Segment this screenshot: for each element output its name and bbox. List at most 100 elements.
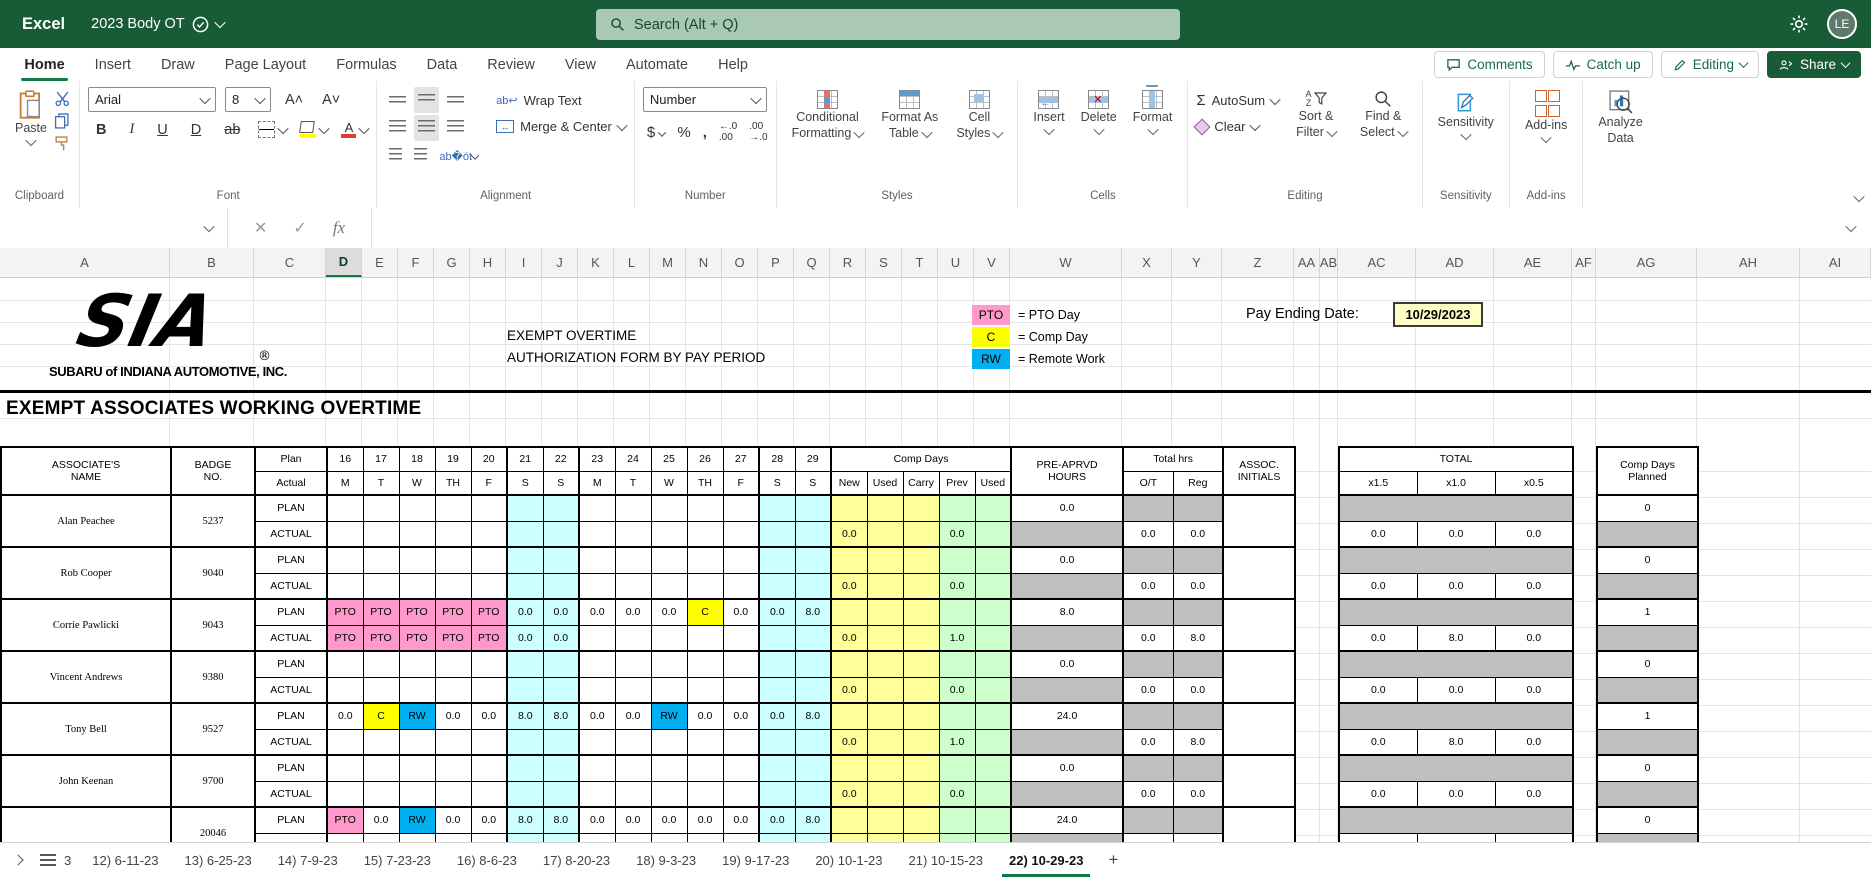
cell-total-actual[interactable]: 0.0 <box>1417 573 1495 599</box>
sheet-tab-22-10-29-23[interactable]: 22) 10-29-23 <box>996 843 1096 877</box>
cell-ot-plan[interactable] <box>1123 703 1173 729</box>
cell-comp-plan[interactable] <box>903 703 939 729</box>
copy-icon[interactable] <box>54 113 70 129</box>
cell-day-actual[interactable] <box>723 573 759 599</box>
cell-planned-grey[interactable] <box>1597 625 1698 651</box>
cell-day-actual[interactable] <box>543 677 579 703</box>
cell-day-plan[interactable]: 0.0 <box>615 599 651 625</box>
delete-cells-button[interactable]: ✕ Delete <box>1074 87 1124 138</box>
column-header-M[interactable]: M <box>650 248 686 277</box>
sheet-tab-16-8-6-23[interactable]: 16) 8-6-23 <box>444 843 530 877</box>
cell-comp-actual[interactable]: 0.0 <box>831 625 867 651</box>
cell-day-plan[interactable] <box>471 495 507 521</box>
cell-comp-plan[interactable] <box>903 651 939 677</box>
font-color-button[interactable]: A <box>341 122 368 138</box>
cell-planned[interactable]: 0 <box>1597 547 1698 573</box>
cell-comp-actual[interactable] <box>975 625 1011 651</box>
cell-day-plan[interactable]: 0.0 <box>615 703 651 729</box>
cell-day-actual[interactable] <box>327 677 363 703</box>
column-header-AF[interactable]: AF <box>1572 248 1596 277</box>
cell-day-plan[interactable]: 0.0 <box>723 599 759 625</box>
cell-day-plan[interactable]: 8.0 <box>543 807 579 833</box>
cell-comp-plan[interactable] <box>939 547 975 573</box>
cell-day-actual[interactable] <box>795 781 831 807</box>
cell-total-actual[interactable]: 0.0 <box>1495 677 1573 703</box>
cell-row-label-actual[interactable]: ACTUAL <box>255 573 327 599</box>
cell-comp-actual[interactable] <box>975 677 1011 703</box>
cell-reg-plan[interactable] <box>1173 651 1223 677</box>
cell-preapproved-plan[interactable]: 8.0 <box>1011 599 1123 625</box>
sheet-tab-20-10-1-23[interactable]: 20) 10-1-23 <box>802 843 895 877</box>
cell-total-plan[interactable] <box>1339 547 1573 573</box>
cell-comp-actual[interactable]: 1.0 <box>939 729 975 755</box>
cell-total-actual[interactable]: 8.0 <box>1417 625 1495 651</box>
cell-comp-actual[interactable] <box>867 833 903 842</box>
cell-day-actual[interactable] <box>399 521 435 547</box>
cell-day-plan[interactable] <box>543 651 579 677</box>
cell-day-plan[interactable] <box>471 547 507 573</box>
share-button[interactable]: Share <box>1767 51 1861 78</box>
cell-associate-name[interactable]: Alan Peachee <box>1 495 171 547</box>
cell-ot-plan[interactable] <box>1123 495 1173 521</box>
cell-day-actual[interactable] <box>399 833 435 842</box>
cell-day-plan[interactable] <box>399 547 435 573</box>
sensitivity-button[interactable]: Sensitivity <box>1431 87 1501 143</box>
cell-total-actual[interactable]: 0.0 <box>1495 729 1573 755</box>
cell-day-actual[interactable] <box>471 781 507 807</box>
cell-row-label-plan[interactable]: PLAN <box>255 495 327 521</box>
header-dow[interactable]: S <box>543 471 579 495</box>
cell-total-plan[interactable] <box>1339 755 1573 781</box>
cell-day-actual[interactable] <box>687 781 723 807</box>
catch-up-button[interactable]: Catch up <box>1553 51 1653 78</box>
header-assoc-initials[interactable]: ASSOC.INITIALS <box>1223 447 1295 495</box>
cell-comp-actual[interactable] <box>903 833 939 842</box>
cell-day-plan[interactable] <box>759 495 795 521</box>
cell-planned-grey[interactable] <box>1597 781 1698 807</box>
header-day-29[interactable]: 29 <box>795 447 831 471</box>
cell-total-plan[interactable] <box>1339 651 1573 677</box>
cell-comp-plan[interactable] <box>939 755 975 781</box>
cell-associate-name[interactable]: John Keenan <box>1 755 171 807</box>
cell-ot-plan[interactable] <box>1123 755 1173 781</box>
cell-day-plan[interactable]: 0.0 <box>471 807 507 833</box>
cell-ot-actual[interactable]: 0.0 <box>1123 521 1173 547</box>
cell-day-plan[interactable] <box>795 755 831 781</box>
cell-day-plan[interactable] <box>399 755 435 781</box>
cell-comp-plan[interactable] <box>867 807 903 833</box>
cell-day-plan[interactable]: RW <box>399 703 435 729</box>
cell-day-plan[interactable] <box>579 547 615 573</box>
cell-day-plan[interactable] <box>363 495 399 521</box>
cell-day-plan[interactable] <box>615 547 651 573</box>
font-size-select[interactable]: 8 <box>225 87 271 112</box>
cell-comp-actual[interactable]: 0.0 <box>831 833 867 842</box>
cell-comp-plan[interactable] <box>939 703 975 729</box>
cell-comp-plan[interactable] <box>867 651 903 677</box>
cell-day-plan[interactable] <box>579 755 615 781</box>
cell-day-plan[interactable] <box>723 651 759 677</box>
cell-total-plan[interactable] <box>1339 807 1573 833</box>
percent-style-button[interactable]: % <box>677 124 690 141</box>
cell-day-actual[interactable]: PTO <box>435 625 471 651</box>
cell-row-label-plan[interactable]: PLAN <box>255 651 327 677</box>
cell-comp-actual[interactable] <box>867 573 903 599</box>
align-bottom-button[interactable] <box>443 87 468 113</box>
cell-comp-actual[interactable]: 1.0 <box>939 625 975 651</box>
cell-day-actual[interactable] <box>579 781 615 807</box>
pay-ending-date-cell[interactable]: 10/29/2023 <box>1393 302 1483 327</box>
cell-day-actual[interactable] <box>507 521 543 547</box>
shrink-font-button[interactable]: A˅ <box>317 90 345 110</box>
editing-mode-button[interactable]: Editing <box>1661 51 1759 78</box>
cell-day-plan[interactable]: 0.0 <box>759 807 795 833</box>
increase-decimal-button[interactable]: ←.0.00 <box>719 121 737 143</box>
cell-planned-grey[interactable] <box>1597 521 1698 547</box>
insert-function-icon[interactable]: fx <box>333 218 345 238</box>
cut-icon[interactable] <box>54 91 71 106</box>
cell-badge-no[interactable]: 9700 <box>171 755 255 807</box>
cell-reg-actual[interactable]: 0.0 <box>1173 677 1223 703</box>
cell-comp-plan[interactable] <box>831 703 867 729</box>
sheet-tab-13-6-25-23[interactable]: 13) 6-25-23 <box>171 843 264 877</box>
cell-ot-plan[interactable] <box>1123 599 1173 625</box>
align-left-button[interactable] <box>385 115 410 141</box>
cell-day-actual[interactable] <box>579 833 615 842</box>
cell-day-actual[interactable] <box>507 729 543 755</box>
